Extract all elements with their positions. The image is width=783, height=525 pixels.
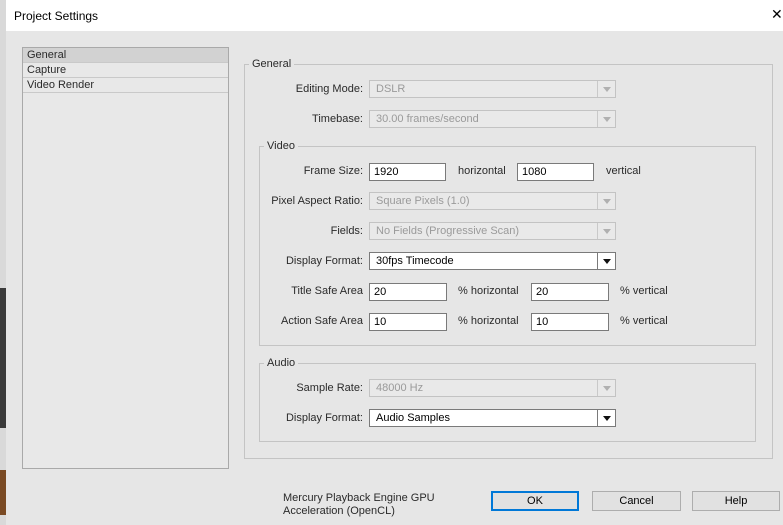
cancel-button[interactable]: Cancel [592, 491, 681, 511]
video-legend: Video [264, 140, 298, 152]
dropdown-button[interactable] [597, 253, 615, 269]
chevron-down-icon [603, 199, 611, 204]
dropdown-button[interactable] [597, 410, 615, 426]
fields-label: Fields: [330, 225, 363, 237]
action-safe-vertical-input[interactable]: 10 [531, 313, 609, 331]
title-safe-vertical-unit: % vertical [620, 285, 668, 297]
dropdown-button [597, 193, 615, 209]
action-safe-horizontal-input[interactable]: 10 [369, 313, 447, 331]
frame-height-input[interactable]: 1080 [517, 163, 594, 181]
pixel-aspect-ratio-label: Pixel Aspect Ratio: [271, 195, 363, 207]
title-safe-horizontal-input[interactable]: 20 [369, 283, 447, 301]
renderer-info-line2: Acceleration (OpenCL) [283, 505, 395, 517]
video-display-format-select[interactable]: 30fps Timecode [369, 252, 616, 270]
timebase-value: 30.00 frames/second [376, 113, 479, 125]
title-safe-area-label: Title Safe Area [291, 285, 363, 297]
chevron-down-icon [603, 416, 611, 421]
audio-display-format-value: Audio Samples [376, 412, 450, 424]
timebase-select: 30.00 frames/second [369, 110, 616, 128]
title-bar [6, 0, 783, 31]
pixel-aspect-ratio-select: Square Pixels (1.0) [369, 192, 616, 210]
audio-display-format-select[interactable]: Audio Samples [369, 409, 616, 427]
title-safe-vertical-input[interactable]: 20 [531, 283, 609, 301]
frame-width-unit: horizontal [458, 165, 506, 177]
editing-mode-label: Editing Mode: [295, 83, 363, 95]
audio-display-format-label: Display Format: [285, 412, 363, 424]
sidebar-item-general[interactable]: General [23, 48, 228, 63]
audio-group [259, 363, 756, 442]
general-legend: General [249, 58, 295, 70]
video-display-format-label: Display Format: [285, 255, 363, 267]
sidebar-item-video-render[interactable]: Video Render [23, 78, 228, 93]
chevron-down-icon [603, 229, 611, 234]
help-button[interactable]: Help [692, 491, 780, 511]
video-display-format-value: 30fps Timecode [376, 255, 454, 267]
action-safe-horizontal-unit: % horizontal [458, 315, 519, 327]
audio-legend: Audio [264, 357, 299, 369]
fields-select: No Fields (Progressive Scan) [369, 222, 616, 240]
editing-mode-value: DSLR [376, 83, 406, 95]
editing-mode-select: DSLR [369, 80, 616, 98]
sample-rate-value: 48000 Hz [376, 382, 424, 394]
window-title: Project Settings [14, 9, 99, 23]
frame-width-input[interactable]: 1920 [369, 163, 446, 181]
ok-button[interactable]: OK [491, 491, 579, 511]
settings-category-list: General Capture Video Render [22, 47, 229, 469]
sample-rate-label: Sample Rate: [296, 382, 363, 394]
dropdown-button [597, 380, 615, 396]
dropdown-button [597, 111, 615, 127]
action-safe-area-label: Action Safe Area [281, 315, 363, 327]
chevron-down-icon [603, 386, 611, 391]
pixel-aspect-ratio-value: Square Pixels (1.0) [376, 195, 470, 207]
sidebar-item-capture[interactable]: Capture [23, 63, 228, 78]
chevron-down-icon [603, 87, 611, 92]
dropdown-button [597, 81, 615, 97]
timebase-label: Timebase: [312, 113, 363, 125]
chevron-down-icon [603, 259, 611, 264]
action-safe-vertical-unit: % vertical [620, 315, 668, 327]
title-safe-horizontal-unit: % horizontal [458, 285, 519, 297]
frame-height-unit: vertical [606, 165, 641, 177]
frame-size-label: Frame Size: [303, 165, 363, 177]
renderer-info-line1: Mercury Playback Engine GPU [283, 492, 435, 504]
sample-rate-select: 48000 Hz [369, 379, 616, 397]
dropdown-button [597, 223, 615, 239]
fields-value: No Fields (Progressive Scan) [376, 225, 520, 237]
chevron-down-icon [603, 117, 611, 122]
close-icon[interactable]: ✕ [771, 6, 783, 23]
